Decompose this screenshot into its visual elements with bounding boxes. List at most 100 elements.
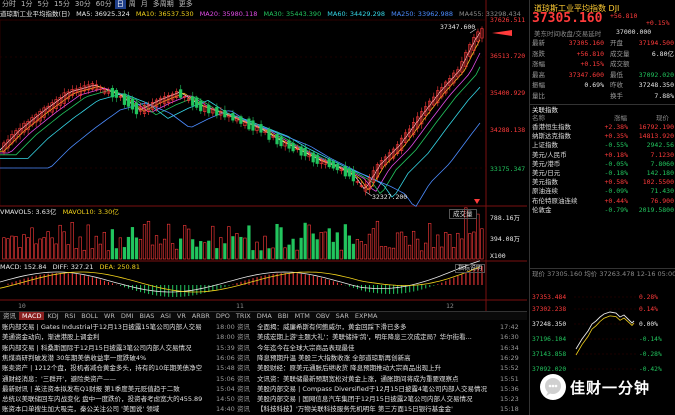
volume-unit-button[interactable]: 成交量	[449, 209, 477, 219]
volume-bar	[247, 225, 251, 260]
tab-indicator[interactable]: BOLL	[78, 312, 101, 320]
tab-period[interactable]: 30分	[73, 0, 93, 9]
volume-bar	[299, 237, 303, 260]
volume-bar	[223, 243, 227, 260]
candle-body	[267, 128, 271, 140]
tab-indicator[interactable]: DPO	[213, 312, 233, 320]
related-index-row[interactable]: 伦敦金 -0.79% 2019.5800	[530, 206, 675, 215]
related-price: 16792.190	[638, 123, 674, 131]
related-index-row[interactable]: 布伦特原油连续 +0.44% 76.900	[530, 197, 675, 206]
tab-indicator[interactable]: ARBR	[189, 312, 213, 320]
stat-row: 振幅 0.69% 昨收 37248.350	[530, 80, 675, 90]
news-time-left: 14:40	[216, 405, 235, 414]
volume-bar	[110, 229, 114, 260]
stat-key: 换手	[610, 91, 623, 100]
price-axis-label: 33175.347	[490, 165, 526, 173]
related-name: 香港恒生指数	[532, 123, 571, 131]
news-headline-left[interactable]: 账资本口单搜生加大吸完，秦公关注公司 '美国说' 领域	[2, 404, 202, 415]
quote-stats: 最新 37305.160 开盘 37194.500 涨跌 +56.810 成交量 6.80亿涨…	[530, 38, 675, 102]
tab-period[interactable]: 多周期	[151, 0, 176, 9]
related-index-row[interactable]: 上证指数 -0.55% 2942.56	[530, 141, 675, 150]
volume-bar	[78, 236, 82, 260]
tab-indicator[interactable]: BBI	[275, 312, 292, 320]
news-headline-right[interactable]: 【科技科技】'万物关联科技服务先机明年 第三方面15日银行基金金'	[257, 404, 493, 415]
related-price: 71.430	[650, 187, 674, 196]
related-index-row[interactable]: 纳斯达克指数 +0.35% 14813.920	[530, 132, 675, 141]
volume-bar	[460, 238, 464, 260]
indicator-help-button[interactable]: 指标说明	[455, 264, 486, 273]
stat-key: 振幅	[532, 81, 545, 89]
candle-body	[191, 96, 195, 106]
news-source: 资讯	[237, 405, 250, 414]
candle-body	[122, 93, 127, 105]
tab-period[interactable]: 1分	[19, 0, 34, 9]
volume-bar	[424, 242, 428, 260]
stat-value: +0.15%	[580, 60, 604, 68]
tab-period[interactable]: 更多	[177, 0, 195, 9]
quote-sub-label: 美东时间收盘/交易延时	[534, 30, 602, 38]
dea-value: DEA: 250.81	[99, 263, 140, 271]
tab-indicator-active[interactable]: MACD	[19, 312, 45, 320]
tab-indicator[interactable]: 资讯	[0, 312, 19, 320]
candle-body	[343, 166, 347, 177]
candle-body	[335, 163, 339, 171]
volume-axis-mid: 394.08万	[490, 235, 520, 243]
date-axis-label: 12	[446, 302, 454, 310]
kline-panel[interactable]: 37626.511 36513.720 35400.929 34288.138 …	[0, 0, 527, 415]
col-name: 名称	[532, 114, 545, 122]
related-index-row[interactable]: 香港恒生指数 +2.38% 16792.190	[530, 123, 675, 132]
tab-indicator[interactable]: DMA	[254, 312, 275, 320]
candle-body	[251, 120, 255, 131]
tab-indicator[interactable]: DMI	[118, 312, 137, 320]
tab-indicator[interactable]: VR	[174, 312, 189, 320]
tab-indicator[interactable]: TRIX	[233, 312, 254, 320]
mini-axis-label: 37143.858	[532, 351, 566, 358]
mini-axis-label: 37248.350	[532, 321, 566, 328]
tab-period[interactable]: 分时	[0, 0, 18, 9]
related-index-row[interactable]: 美元指数 +0.58% 102.5500	[530, 178, 675, 187]
related-index-row[interactable]: 美元/港币 -0.05% 7.8060	[530, 160, 675, 169]
tab-indicator[interactable]: OBV	[313, 312, 333, 320]
quote-pct: +0.15%	[646, 19, 670, 27]
ma5-line	[0, 32, 481, 190]
volume-bar	[146, 220, 151, 260]
related-index-row[interactable]: 原油连续 -0.09% 71.430	[530, 187, 675, 196]
tab-indicator[interactable]: RSI	[62, 312, 79, 320]
related-price: 76.900	[650, 196, 674, 205]
tab-period[interactable]: 月	[139, 0, 150, 9]
related-index-row[interactable]: 美元/人民币 +0.18% 7.1230	[530, 151, 675, 160]
volume-bar	[275, 223, 279, 260]
volume-bar	[22, 234, 26, 260]
volume-bar	[38, 238, 42, 260]
tab-period[interactable]: 15分	[52, 0, 72, 9]
volume-bar	[166, 223, 171, 260]
tab-period[interactable]: 5分	[35, 0, 50, 9]
tab-indicator[interactable]: KDJ	[44, 312, 61, 320]
tab-period-active[interactable]: 日	[114, 0, 126, 9]
related-columns: 名称 涨幅 现价	[530, 114, 675, 123]
tab-indicator[interactable]: ASI	[157, 312, 174, 320]
related-name: 伦敦金	[532, 205, 552, 214]
tab-period[interactable]: 60分	[94, 0, 114, 9]
news-row[interactable]: 账资本口单搜生加大吸完，秦公关注公司 '美国说' 领域 14:40 资讯 【科技科技】…	[0, 404, 527, 415]
related-pct: -0.05%	[604, 159, 628, 168]
volume-bar	[259, 250, 263, 260]
tab-indicator[interactable]: WR	[101, 312, 118, 320]
tab-period[interactable]: 周	[127, 0, 138, 9]
related-index-row[interactable]: 美元/日元 -0.18% 142.180	[530, 169, 675, 178]
tab-indicator[interactable]: MTM	[292, 312, 313, 320]
volume-bar	[94, 235, 98, 260]
candle-body	[110, 87, 114, 98]
stat-value: 6.80亿	[651, 49, 674, 58]
volume-bar	[319, 232, 323, 260]
volume-bar	[448, 234, 452, 260]
tab-indicator[interactable]: BIAS	[136, 312, 157, 320]
tab-indicator[interactable]: EXPMA	[352, 312, 381, 320]
volume-bar	[399, 231, 404, 260]
volume-bar	[126, 236, 131, 260]
tab-indicator[interactable]: SAR	[333, 312, 352, 320]
volume-bar	[130, 227, 135, 260]
volume-bar	[138, 238, 143, 260]
stat-key: 最新	[532, 39, 545, 47]
stat-key: 最低	[610, 70, 623, 79]
